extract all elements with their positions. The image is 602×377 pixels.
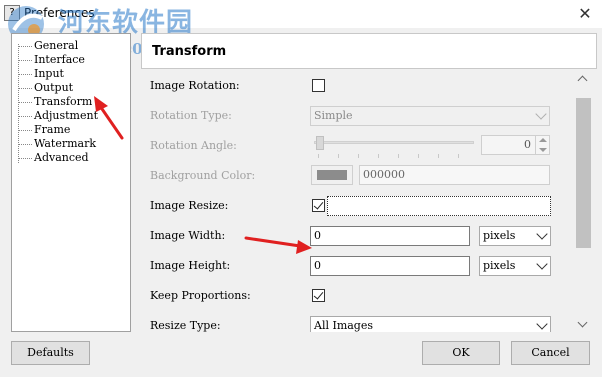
tree-item-adjustment[interactable]: Adjustment (18, 109, 98, 123)
close-icon[interactable]: ✕ (568, 0, 602, 28)
image-height-input[interactable]: 0 (310, 256, 470, 276)
chevron-down-icon (536, 258, 548, 270)
page-title: Transform (152, 44, 227, 59)
image-resize-checkbox[interactable] (312, 199, 325, 212)
tree-item-general[interactable]: General (18, 39, 78, 53)
scroll-up-icon[interactable] (577, 75, 588, 86)
resize-type-select[interactable]: All Images (310, 316, 551, 332)
image-width-input[interactable]: 0 (310, 226, 470, 246)
checkmark-icon (313, 199, 324, 210)
image-width-unit-select[interactable]: pixels (479, 226, 551, 246)
annotation-arrow-icon (244, 236, 312, 254)
tree-item-watermark[interactable]: Watermark (18, 137, 96, 151)
page-header: Transform (141, 33, 597, 69)
rotation-type-select[interactable]: Simple (310, 106, 550, 126)
tree-item-output[interactable]: Output (18, 81, 73, 95)
tree-item-transform[interactable]: Transform (18, 95, 92, 109)
tree-item-advanced[interactable]: Advanced (18, 151, 89, 165)
image-height-unit-select[interactable]: pixels (479, 256, 551, 276)
category-tree[interactable]: General Interface Input Output Transform… (11, 33, 131, 332)
image-resize-focus-area (327, 196, 551, 216)
color-swatch (317, 170, 347, 180)
image-height-label: Image Height: (150, 259, 231, 272)
annotation-arrow-icon (94, 96, 124, 140)
cancel-button[interactable]: Cancel (511, 341, 590, 365)
rotation-angle-spinner[interactable]: 0 (481, 135, 550, 155)
rotation-type-label: Rotation Type: (150, 109, 232, 122)
resize-type-label: Resize Type: (150, 319, 221, 332)
background-color-field[interactable]: 000000 (359, 165, 550, 185)
background-color-label: Background Color: (150, 169, 256, 182)
slider-ticks (314, 154, 474, 158)
image-rotation-label: Image Rotation: (150, 79, 240, 92)
chevron-down-icon (536, 228, 548, 240)
vertical-scrollbar[interactable] (575, 71, 592, 332)
image-resize-label: Image Resize: (150, 199, 229, 212)
chevron-down-icon (536, 318, 548, 330)
scrollbar-thumb[interactable] (576, 98, 591, 248)
tree-item-input[interactable]: Input (18, 67, 64, 81)
tree-item-interface[interactable]: Interface (18, 53, 85, 67)
image-rotation-checkbox[interactable] (312, 79, 325, 92)
keep-proportions-checkbox[interactable] (312, 289, 325, 302)
rotation-angle-slider[interactable] (314, 141, 474, 144)
spin-up-icon[interactable] (539, 138, 547, 142)
defaults-button[interactable]: Defaults (11, 341, 90, 365)
ok-button[interactable]: OK (422, 341, 500, 365)
settings-panel: Transform Image Rotation: Rotation Type:… (141, 33, 597, 332)
spinner-buttons[interactable] (535, 136, 549, 154)
chevron-down-icon (535, 108, 547, 120)
keep-proportions-label: Keep Proportions: (150, 289, 251, 302)
tree-item-frame[interactable]: Frame (18, 123, 70, 137)
scroll-down-icon[interactable] (577, 317, 588, 328)
rotation-angle-slider-thumb[interactable] (316, 136, 324, 150)
checkmark-icon (313, 289, 324, 300)
background-color-button[interactable] (311, 165, 353, 185)
spin-down-icon[interactable] (539, 148, 547, 152)
rotation-angle-label: Rotation Angle: (150, 139, 237, 152)
image-width-label: Image Width: (150, 229, 226, 242)
